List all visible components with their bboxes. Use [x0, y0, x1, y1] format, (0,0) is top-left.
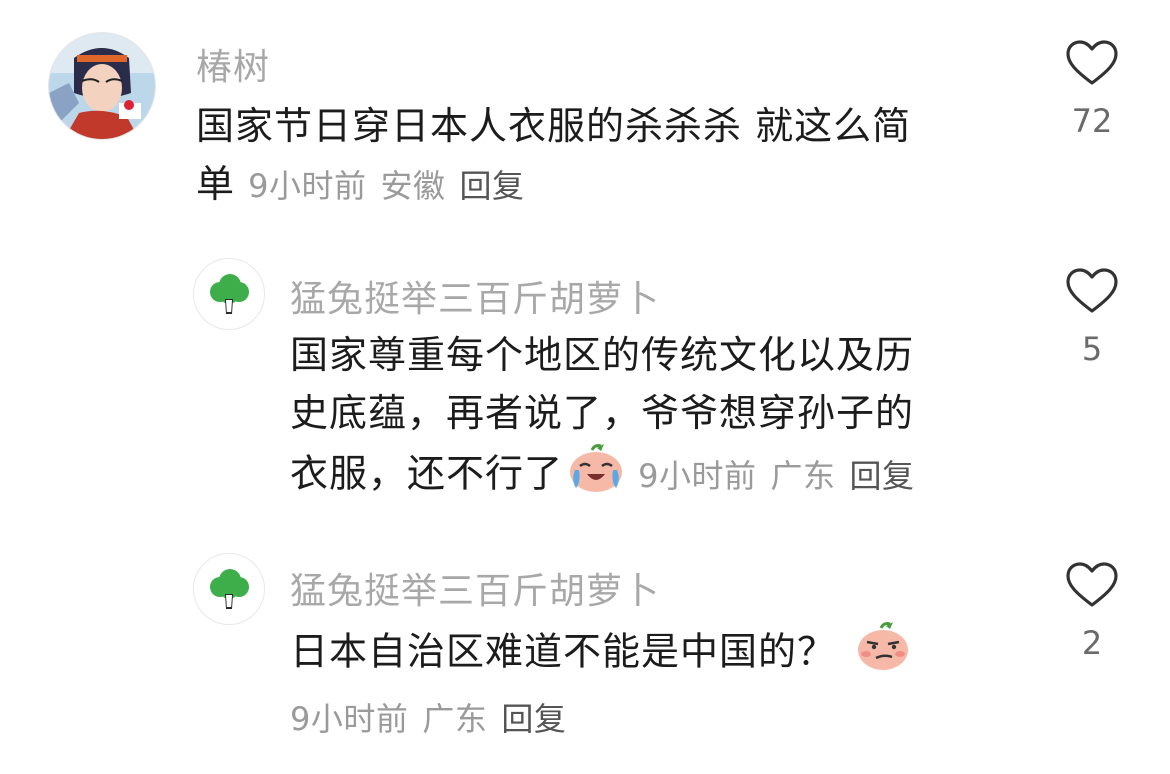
- username[interactable]: 猛兔挺举三百斤胡萝卜: [290, 562, 660, 614]
- comment-text-line-with-emoji: 日本自治区难道不能是中国的？: [290, 620, 1020, 688]
- location: 广东: [422, 700, 488, 738]
- comment-3: 猛兔挺举三百斤胡萝卜 日本自治区难道不能是中国的？ 9小时前 广东 回复 2: [0, 0, 1170, 774]
- smirk-emoji-icon: [854, 620, 912, 688]
- comment-meta: 9小时前 广东 回复: [290, 694, 580, 740]
- user-avatar[interactable]: [193, 553, 265, 625]
- broccoli-icon: [210, 569, 249, 609]
- comment-text-line: 日本自治区难道不能是中国的？: [290, 629, 837, 674]
- heart-icon: [1066, 562, 1118, 607]
- like-count: 2: [1081, 624, 1103, 662]
- timestamp: 9小时前: [290, 700, 409, 738]
- comment-text: 日本自治区难道不能是中国的？: [290, 620, 1020, 688]
- reply-button[interactable]: 回复: [501, 700, 566, 738]
- like-button[interactable]: 2: [1057, 562, 1127, 662]
